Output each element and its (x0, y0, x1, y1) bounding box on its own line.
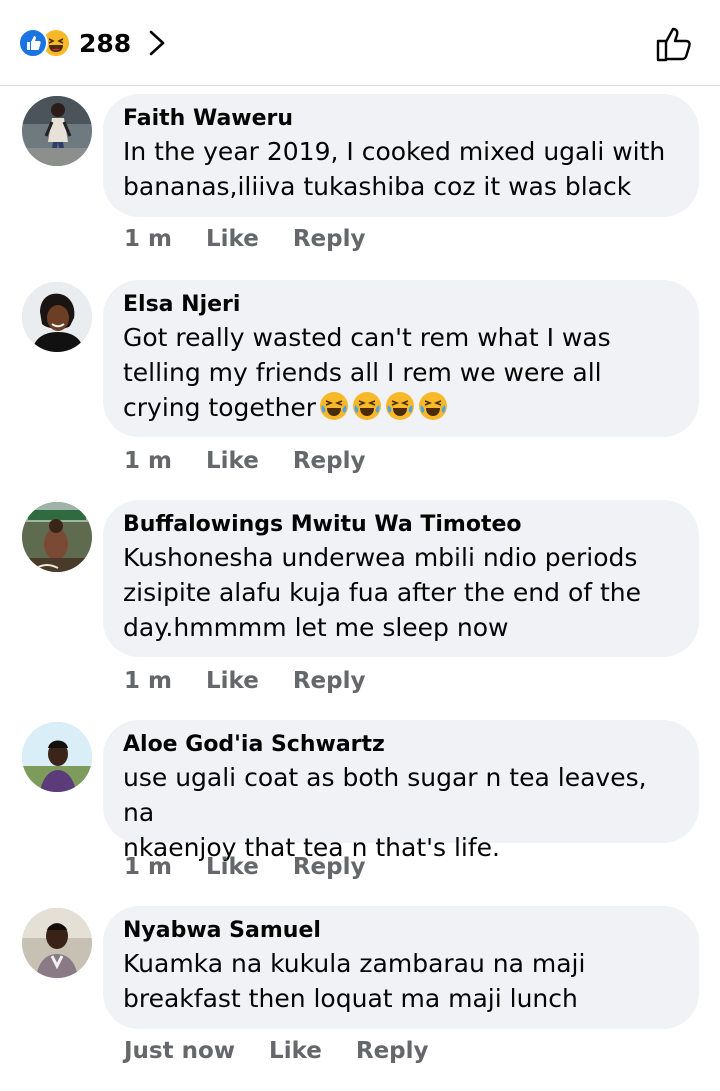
like-button[interactable]: Like (206, 854, 259, 880)
reaction-count: 288 (79, 28, 132, 58)
reply-button[interactable]: Reply (293, 668, 366, 694)
reactions-header: 288 (0, 0, 720, 86)
comment-actions: 1 m Like Reply (124, 226, 399, 252)
comment-actions: 1 m Like Reply (124, 448, 399, 474)
comment-time: 1 m (124, 854, 172, 880)
crying-laughing-emoji-icon (419, 392, 448, 420)
comment-author[interactable]: Aloe God'ia Schwartz (123, 730, 679, 760)
comment-text: Kuamka na kukula zambarau na maji breakf… (123, 949, 586, 1013)
crying-laughing-emoji-icon (353, 392, 382, 420)
reply-button[interactable]: Reply (293, 448, 366, 474)
crying-laughing-emoji-icon (386, 392, 415, 420)
reply-button[interactable]: Reply (293, 226, 366, 252)
comment-author[interactable]: Faith Waweru (123, 104, 679, 134)
like-button[interactable]: Like (206, 448, 259, 474)
reply-button[interactable]: Reply (293, 854, 366, 880)
avatar[interactable] (22, 722, 92, 792)
avatar[interactable] (22, 908, 92, 978)
thumbs-up-icon[interactable] (654, 24, 694, 64)
like-button[interactable]: Like (206, 668, 259, 694)
comment-bubble: Nyabwa Samuel Kuamka na kukula zambarau … (103, 906, 699, 1029)
comment-actions: Just now Like Reply (124, 1038, 463, 1064)
comment-author[interactable]: Buffalowings Mwitu Wa Timoteo (123, 510, 679, 540)
comment-bubble: Buffalowings Mwitu Wa Timoteo Kushonesha… (103, 500, 699, 657)
comment-bubble: Elsa Njeri Got really wasted can't rem w… (103, 280, 699, 437)
avatar[interactable] (22, 282, 92, 352)
like-button[interactable]: Like (269, 1038, 322, 1064)
reactions-summary[interactable]: 288 (18, 24, 169, 62)
comment-author[interactable]: Nyabwa Samuel (123, 916, 679, 946)
avatar[interactable] (22, 502, 92, 572)
comment-text-wrapper: Got really wasted can't rem what I was t… (123, 320, 679, 425)
comment-author[interactable]: Elsa Njeri (123, 290, 679, 320)
comment-actions: 1 m Like Reply (124, 668, 399, 694)
chevron-right-icon (149, 30, 165, 56)
like-button[interactable]: Like (206, 226, 259, 252)
comment-time: 1 m (124, 448, 172, 474)
comment-text: Kushonesha underwea mbili ndio periods z… (123, 543, 642, 642)
like-reaction-icon (18, 28, 48, 58)
comment-time: 1 m (124, 668, 172, 694)
avatar[interactable] (22, 96, 92, 166)
crying-laughing-emoji-icon (320, 392, 349, 420)
comments-screen: 288 Faith Waweru In the year 2019, I coo… (0, 0, 720, 1091)
comment-time: Just now (124, 1038, 236, 1064)
comment-actions: 1 m Like Reply (124, 854, 399, 880)
reply-button[interactable]: Reply (356, 1038, 429, 1064)
comment-text: use ugali coat as both sugar n tea leave… (123, 763, 647, 862)
comment-bubble: Faith Waweru In the year 2019, I cooked … (103, 94, 699, 217)
comment-bubble: Aloe God'ia Schwartz use ugali coat as b… (103, 720, 699, 862)
comment-time: 1 m (124, 226, 172, 252)
comment-text: In the year 2019, I cooked mixed ugali w… (123, 137, 666, 201)
